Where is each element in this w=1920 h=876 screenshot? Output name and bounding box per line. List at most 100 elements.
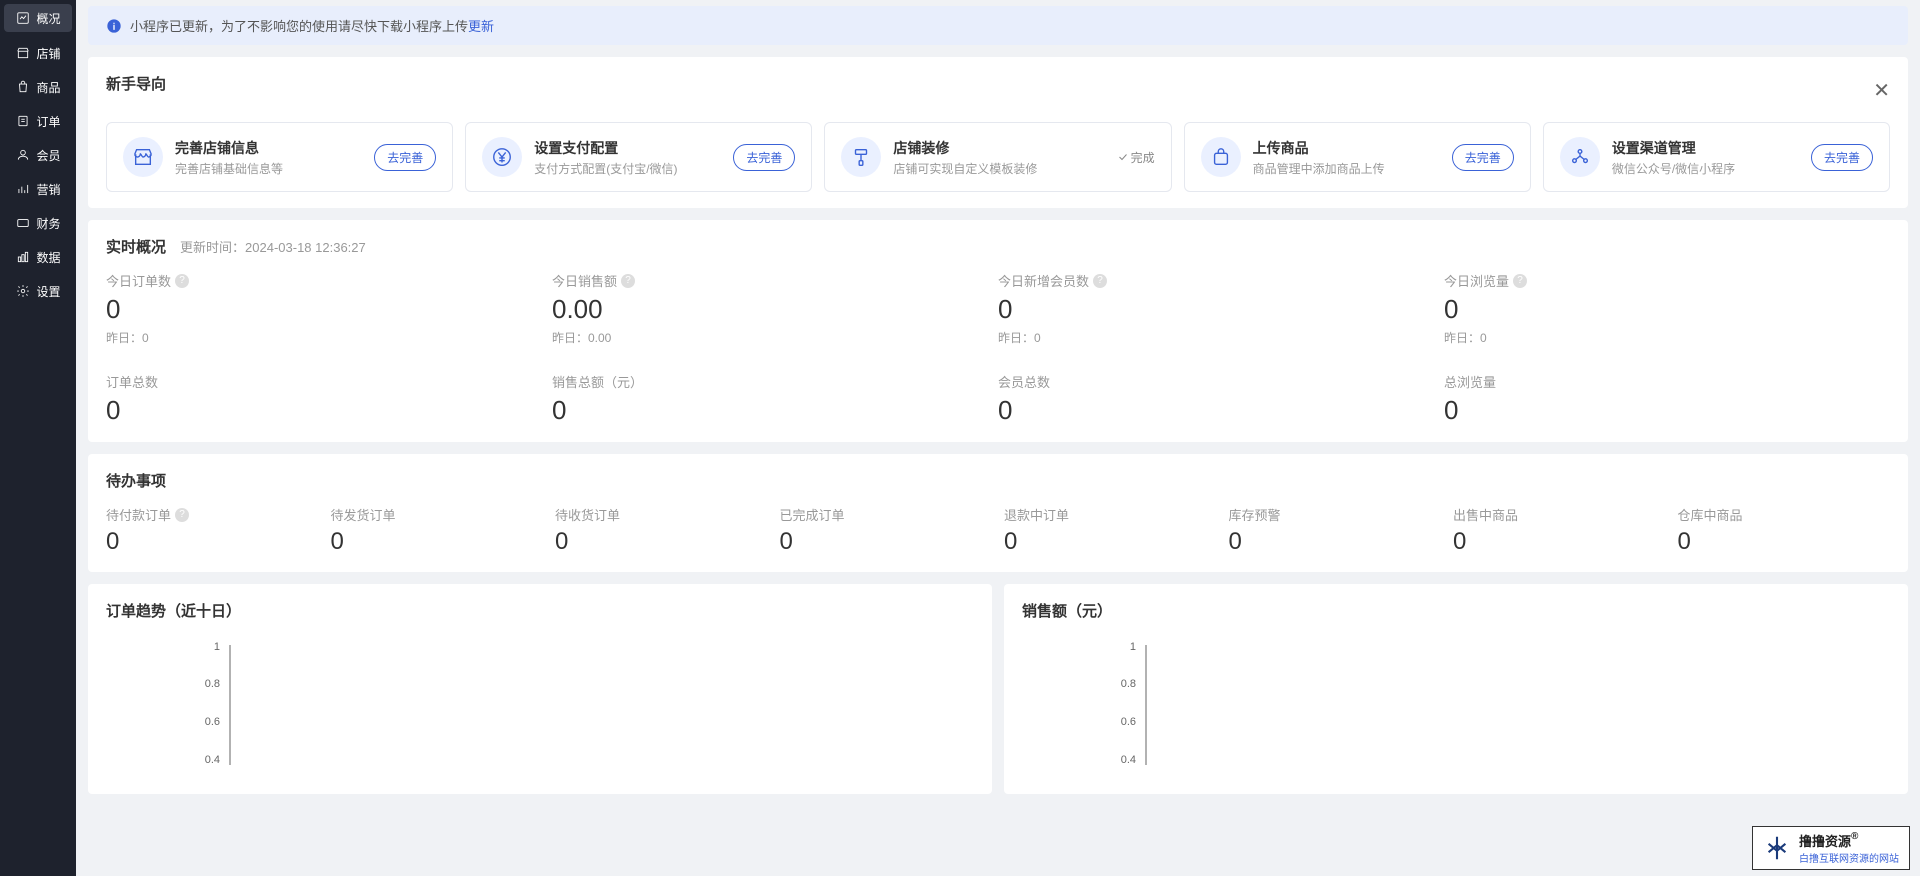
sidebar-item-finance[interactable]: 财务 [0,206,76,240]
help-icon[interactable]: ? [175,274,189,288]
stat-value: 0 [1444,294,1890,325]
sidebar-item-order[interactable]: 订单 [0,104,76,138]
stat-label: 今日浏览量? [1444,271,1890,290]
stat-value: 0 [998,395,1444,426]
sidebar-item-data[interactable]: 数据 [0,240,76,274]
svg-text:1: 1 [214,641,220,653]
sidebar: 概况 店铺 商品 订单 会员 营销 财务 数据 [0,0,76,876]
stat-value: 0 [106,395,552,426]
storefront-icon [123,137,163,177]
sidebar-item-marketing[interactable]: 营销 [0,172,76,206]
chart-title: 订单趋势（近十日） [106,600,974,621]
svg-text:1: 1 [1130,641,1136,653]
stat-block: 会员总数 0 [998,372,1444,426]
sidebar-label: 财务 [36,215,60,232]
marketing-icon [15,181,31,197]
help-icon[interactable]: ? [621,274,635,288]
alert-update-link[interactable]: 更新 [468,16,494,35]
stat-label: 今日订单数? [106,271,552,290]
stat-value: 0.00 [552,294,998,325]
guide-card-sub: 微信公众号/微信小程序 [1612,160,1799,177]
guide-card-sub: 店铺可实现自定义模板装修 [893,160,1104,177]
todo-value: 0 [555,528,768,556]
svg-text:0.4: 0.4 [1121,754,1136,766]
help-icon[interactable]: ? [175,508,189,522]
sidebar-label: 会员 [36,147,60,164]
sidebar-item-member[interactable]: 会员 [0,138,76,172]
complete-button[interactable]: 去完善 [1811,144,1873,171]
close-icon[interactable]: ✕ [1873,78,1890,103]
guide-card-channel: 设置渠道管理 微信公众号/微信小程序 去完善 [1543,122,1890,192]
stat-block: 总浏览量 0 [1444,372,1890,426]
sidebar-label: 店铺 [36,45,60,62]
svg-text:0.6: 0.6 [205,716,220,728]
info-icon [106,18,122,34]
stat-yesterday: 昨日：0 [1444,329,1890,346]
complete-button[interactable]: 去完善 [374,144,436,171]
sidebar-item-settings[interactable]: 设置 [0,274,76,308]
guide-panel: 新手导向 ✕ 完善店铺信息 完善店铺基础信息等 去完善 设置支付配置 支付方 [88,57,1908,208]
sidebar-label: 商品 [36,79,60,96]
sidebar-label: 概况 [36,10,60,27]
stat-value: 0 [998,294,1444,325]
todo-value: 0 [780,528,993,556]
stat-label: 今日新增会员数? [998,271,1444,290]
stat-block: 今日浏览量? 0 昨日：0 [1444,271,1890,346]
svg-text:0.4: 0.4 [205,754,220,766]
settings-icon [15,283,31,299]
goods-icon [15,79,31,95]
todo-item: 出售中商品 0 [1453,505,1666,556]
sidebar-item-goods[interactable]: 商品 [0,70,76,104]
help-icon[interactable]: ? [1513,274,1527,288]
help-icon[interactable]: ? [1093,274,1107,288]
todo-item: 待付款订单? 0 [106,505,319,556]
sidebar-label: 订单 [36,113,60,130]
guide-card-title: 上传商品 [1253,138,1440,158]
todo-value: 0 [1229,528,1442,556]
complete-button[interactable]: 去完善 [1452,144,1514,171]
stat-label: 总浏览量 [1444,372,1890,391]
todo-item: 待发货订单 0 [331,505,544,556]
todo-value: 0 [1004,528,1217,556]
guide-card-title: 设置渠道管理 [1612,138,1799,158]
guide-card-sub: 支付方式配置(支付宝/微信) [534,160,721,177]
stat-block: 销售总额（元） 0 [552,372,998,426]
guide-card-title: 设置支付配置 [534,138,721,158]
sidebar-label: 营销 [36,181,60,198]
todo-value: 0 [1453,528,1666,556]
sidebar-label: 设置 [36,283,60,300]
stat-block: 今日销售额? 0.00 昨日：0.00 [552,271,998,346]
todo-label: 已完成订单 [780,505,993,524]
todo-panel: 待办事项 待付款订单? 0待发货订单 0待收货订单 0已完成订单 0退款中订单 … [88,454,1908,572]
stat-label: 会员总数 [998,372,1444,391]
watermark: 撸撸资源® 白撸互联网资源的网站 [1752,826,1910,870]
todo-label: 待收货订单 [555,505,768,524]
guide-card-sub: 商品管理中添加商品上传 [1253,160,1440,177]
update-alert: 小程序已更新，为了不影响您的使用请尽快下载小程序上传 更新 [88,6,1908,45]
stat-yesterday: 昨日：0 [106,329,552,346]
guide-card-payment: 设置支付配置 支付方式配置(支付宝/微信) 去完善 [465,122,812,192]
todo-label: 仓库中商品 [1678,505,1891,524]
chart-canvas: 1 0.8 0.6 0.4 [1022,635,1890,775]
sales-chart: 销售额（元） 1 0.8 0.6 0.4 [1004,584,1908,794]
guide-card-shop-info: 完善店铺信息 完善店铺基础信息等 去完善 [106,122,453,192]
guide-title: 新手导向 [106,73,166,94]
guide-card-title: 店铺装修 [893,138,1104,158]
bag-icon [1201,137,1241,177]
stat-label: 今日销售额? [552,271,998,290]
stat-value: 0 [106,294,552,325]
complete-button[interactable]: 去完善 [733,144,795,171]
todo-item: 库存预警 0 [1229,505,1442,556]
sidebar-item-overview[interactable]: 概况 [4,4,72,32]
guide-card-title: 完善店铺信息 [175,138,362,158]
chart-canvas: 1 0.8 0.6 0.4 [106,635,974,775]
finance-icon [15,215,31,231]
sidebar-item-shop[interactable]: 店铺 [0,36,76,70]
sidebar-label: 数据 [36,249,60,266]
todo-item: 仓库中商品 0 [1678,505,1891,556]
order-trend-chart: 订单趋势（近十日） 1 0.8 0.6 0.4 [88,584,992,794]
svg-text:0.6: 0.6 [1121,716,1136,728]
order-icon [15,113,31,129]
todo-value: 0 [106,528,319,556]
yen-icon [482,137,522,177]
